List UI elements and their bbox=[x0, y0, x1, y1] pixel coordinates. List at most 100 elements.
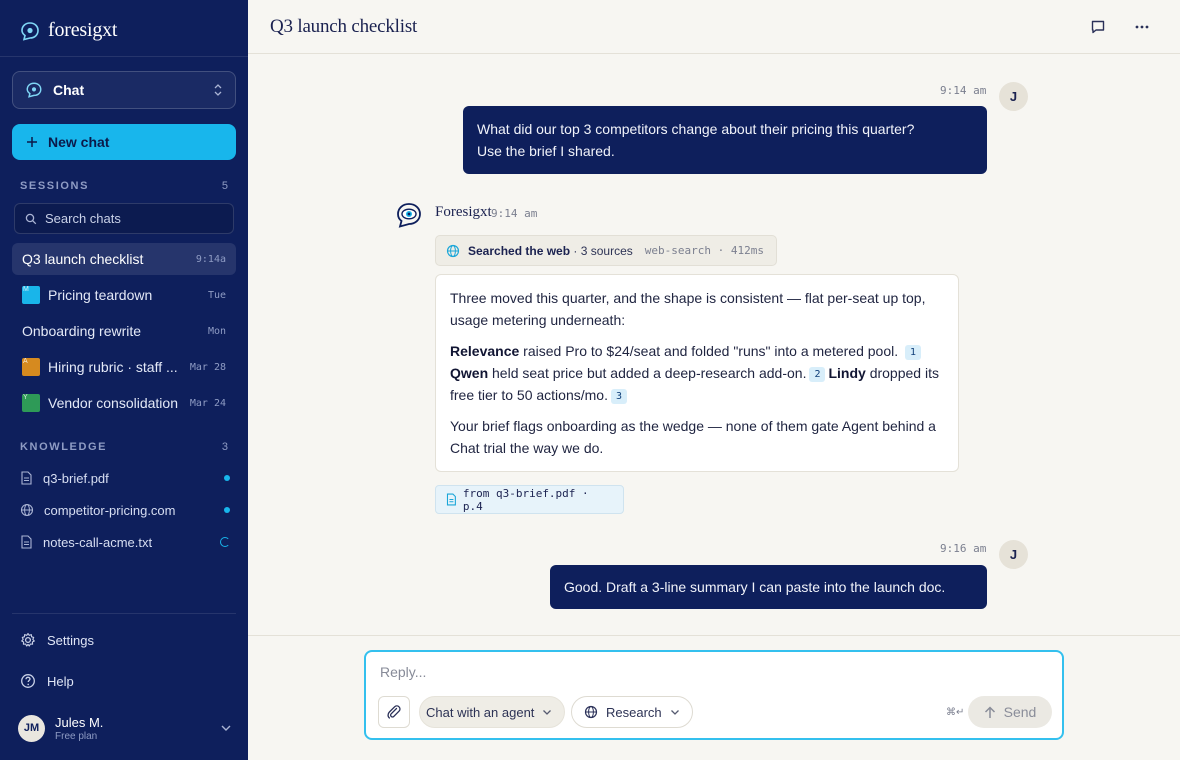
avatar: J bbox=[999, 82, 1028, 111]
brand-name: foresigxt bbox=[48, 19, 118, 41]
knowledge-item[interactable]: q3-brief.pdf bbox=[20, 468, 230, 488]
knowledge-name: q3-brief.pdf bbox=[43, 470, 109, 486]
chevron-down-icon bbox=[221, 725, 231, 731]
send-button[interactable]: Send bbox=[968, 696, 1052, 728]
knowledge-count: 3 bbox=[221, 441, 228, 453]
session-item-pricing[interactable]: M Pricing teardown Tue bbox=[12, 279, 236, 311]
chat-bubble-icon bbox=[26, 82, 42, 98]
agent-answer: Three moved this quarter, and the shape … bbox=[435, 274, 959, 472]
file-icon bbox=[21, 535, 32, 549]
session-thumbnail: Y bbox=[22, 394, 40, 412]
plus-icon bbox=[27, 137, 37, 147]
mode-label: Chat bbox=[53, 82, 85, 98]
message-time: 9:14 am bbox=[491, 207, 538, 220]
chevron-down-icon bbox=[543, 709, 552, 715]
citation-badge[interactable]: 1 bbox=[905, 345, 922, 360]
paperclip-icon bbox=[387, 705, 401, 719]
feedback-button[interactable] bbox=[1088, 17, 1108, 37]
citation-badge[interactable]: 3 bbox=[610, 389, 627, 404]
session-title: Q3 launch checklist bbox=[22, 251, 144, 267]
brand[interactable]: foresigxt bbox=[20, 19, 117, 42]
send-label: Send bbox=[1003, 704, 1037, 720]
more-horizontal-icon bbox=[1135, 25, 1149, 29]
message-line: What did our top 3 competitors change ab… bbox=[477, 121, 915, 137]
globe-icon bbox=[20, 503, 34, 517]
tool-name: Searched the web bbox=[468, 243, 571, 258]
knowledge-heading: KNOWLEDGE 3 bbox=[20, 441, 228, 453]
session-thumbnail: M bbox=[22, 286, 40, 304]
tool-call-chip[interactable]: Searched the web · 3 sources web-search … bbox=[435, 235, 777, 266]
globe-icon bbox=[584, 705, 598, 719]
sidebar: foresigxt Chat New chat SESSIONS 5 Q3 la… bbox=[0, 0, 248, 760]
reply-input[interactable] bbox=[380, 664, 1040, 680]
sessions-heading: SESSIONS 5 bbox=[20, 180, 228, 192]
user-menu[interactable]: JM Jules M. Free plan bbox=[18, 713, 232, 743]
knowledge-name: notes-call-acme.txt bbox=[43, 534, 153, 550]
knowledge-item[interactable]: competitor-pricing.com bbox=[20, 500, 230, 520]
session-title: Vendor consolidation bbox=[48, 395, 178, 411]
new-chat-label: New chat bbox=[48, 134, 110, 150]
message-time: 9:14 am bbox=[940, 84, 987, 97]
session-time: Tue bbox=[207, 289, 226, 301]
page-title: Q3 launch checklist bbox=[270, 16, 418, 37]
help-link[interactable]: Help bbox=[20, 673, 74, 689]
session-item-q3-launch[interactable]: Q3 launch checklist 9:14a bbox=[12, 243, 236, 275]
search-box[interactable] bbox=[14, 203, 234, 234]
divider bbox=[0, 56, 248, 57]
loading-spinner-icon bbox=[220, 537, 230, 547]
session-time: Mar 28 bbox=[189, 361, 226, 373]
answer-paragraph: Relevance raised Pro to $24/seat and fol… bbox=[450, 340, 944, 406]
sessions-heading-label: SESSIONS bbox=[20, 180, 90, 192]
globe-icon bbox=[446, 244, 460, 257]
more-options-button[interactable] bbox=[1132, 17, 1152, 37]
settings-link[interactable]: Settings bbox=[20, 632, 94, 648]
new-chat-button[interactable]: New chat bbox=[12, 124, 236, 160]
agent-eye-icon bbox=[397, 203, 421, 228]
user-name: Jules M. bbox=[55, 714, 104, 730]
source-chip[interactable]: from q3-brief.pdf · p.4 bbox=[435, 485, 624, 514]
competitor-name: Lindy bbox=[828, 365, 866, 381]
shortcut-hint: ⌘↵ bbox=[946, 707, 965, 718]
agent-mode-select[interactable]: Chat with an agent bbox=[419, 696, 566, 728]
research-toggle[interactable]: Research bbox=[571, 696, 693, 728]
gear-icon bbox=[21, 632, 35, 647]
session-item-hiring[interactable]: A Hiring rubric · staff ... Mar 28 bbox=[12, 351, 236, 383]
user-plan: Free plan bbox=[55, 730, 98, 742]
knowledge-item[interactable]: notes-call-acme.txt bbox=[20, 532, 230, 552]
answer-text: held seat price but added a deep-researc… bbox=[488, 365, 807, 381]
answer-paragraph: Three moved this quarter, and the shape … bbox=[450, 290, 926, 328]
session-title: Onboarding rewrite bbox=[22, 323, 142, 339]
avatar: JM bbox=[18, 714, 45, 742]
help-label: Help bbox=[47, 673, 74, 689]
user-meta: Jules M. Free plan bbox=[55, 715, 210, 742]
session-item-onboarding[interactable]: Onboarding rewrite Mon bbox=[12, 315, 236, 347]
message-line: Good. Draft a 3-line summary I can paste… bbox=[564, 579, 946, 595]
competitor-name: Relevance bbox=[450, 343, 520, 359]
indexed-status-dot bbox=[224, 507, 230, 513]
file-icon bbox=[446, 493, 456, 506]
avatar: J bbox=[999, 540, 1028, 569]
arrow-up-icon bbox=[984, 705, 995, 718]
mode-select[interactable]: Chat bbox=[12, 71, 236, 109]
message-time: 9:16 am bbox=[940, 542, 987, 555]
tool-sources: · 3 sources bbox=[573, 243, 633, 258]
sessions-count: 5 bbox=[221, 180, 228, 192]
session-thumbnail: A bbox=[22, 358, 40, 376]
divider bbox=[12, 613, 236, 614]
message-line: Use the brief I shared. bbox=[477, 143, 615, 159]
answer-text: raised Pro to $24/seat and folded "runs"… bbox=[519, 343, 899, 359]
chevron-down-icon bbox=[670, 709, 679, 715]
attach-button[interactable] bbox=[378, 696, 410, 728]
citation-badge[interactable]: 2 bbox=[809, 367, 826, 382]
session-item-vendor[interactable]: Y Vendor consolidation Mar 24 bbox=[12, 387, 236, 419]
agent-name: Foresigxt bbox=[435, 204, 492, 220]
session-time: 9:14a bbox=[195, 253, 226, 265]
answer-paragraph: Your brief flags onboarding as the wedge… bbox=[450, 418, 936, 456]
session-title: Pricing teardown bbox=[48, 287, 153, 303]
help-icon bbox=[21, 674, 35, 688]
research-label: Research bbox=[606, 704, 662, 720]
search-input[interactable] bbox=[45, 211, 215, 226]
top-bar: Q3 launch checklist bbox=[248, 0, 1180, 54]
session-time: Mar 24 bbox=[189, 397, 226, 409]
agent-mode-label: Chat with an agent bbox=[426, 704, 535, 720]
